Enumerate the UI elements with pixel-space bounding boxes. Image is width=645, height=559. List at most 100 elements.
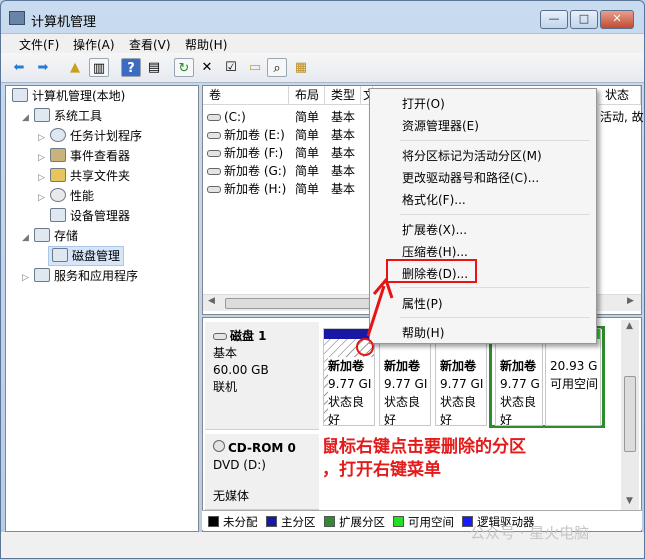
disk-kind: 基本	[213, 346, 238, 360]
volume-layout: 简单	[295, 182, 320, 196]
annotation-text: 鼠标右键点击要删除的分区 ，打开右键菜单	[322, 436, 526, 482]
tree-label: 磁盘管理	[72, 249, 121, 263]
annotation-line: ，打开右键菜单	[322, 460, 441, 480]
menu-separator	[400, 287, 590, 288]
menu-item-shrink-volume[interactable]: 压缩卷(H)...	[402, 243, 468, 260]
partition-name: 新加卷	[500, 359, 537, 373]
partition-size: 20.93 G	[550, 359, 598, 373]
cdrom-label[interactable]: CD-ROM 0 DVD (D:) 无媒体	[205, 434, 319, 510]
menu-item-mark-active[interactable]: 将分区标记为活动分区(M)	[402, 147, 542, 164]
volume-layout: 简单	[295, 110, 320, 124]
tree-item-task-scheduler[interactable]: ▷ 任务计划程序	[38, 127, 142, 147]
expand-arrow-icon[interactable]: ▷	[38, 189, 50, 207]
menu-file[interactable]: 文件(F)	[19, 36, 59, 53]
search-icon[interactable]: ⌕	[267, 58, 287, 77]
menu-item-change-drive-letter[interactable]: 更改驱动器号和路径(C)...	[402, 169, 539, 186]
volume-layout: 简单	[295, 164, 320, 178]
tree-item-services-applications[interactable]: ▷ 服务和应用程序	[22, 267, 138, 287]
toolbar: ⬅ ➡ ▲ ▥ ? ▤ ↻ ✕ ☑ ▭ ⌕ ▦	[1, 53, 644, 83]
event-viewer-icon	[50, 148, 66, 162]
volume-layout: 简单	[295, 128, 320, 142]
clock-icon	[50, 128, 66, 142]
tree-item-performance[interactable]: ▷ 性能	[38, 187, 94, 207]
up-folder-icon[interactable]: ▲	[65, 58, 85, 77]
tree-item-event-viewer[interactable]: ▷ 事件查看器	[38, 147, 130, 167]
column-header-type[interactable]: 类型	[325, 86, 361, 105]
legend-label: 扩展分区	[339, 515, 385, 529]
maximize-button[interactable]: □	[570, 10, 598, 29]
tree-item-disk-management[interactable]: 磁盘管理	[48, 246, 125, 266]
expand-arrow-icon[interactable]: ▷	[38, 129, 50, 147]
delete-icon[interactable]: ✕	[197, 58, 217, 77]
scroll-right-icon[interactable]: ▶	[627, 296, 634, 306]
menu-help[interactable]: 帮助(H)	[185, 36, 227, 53]
scrollbar-thumb[interactable]	[624, 376, 636, 452]
expand-arrow-icon[interactable]: ▷	[22, 269, 34, 287]
shared-folder-icon	[50, 168, 66, 182]
partition-size: 9.77 GI	[328, 375, 374, 393]
refresh-icon[interactable]: ↻	[174, 58, 194, 77]
partition-name: 新加卷	[384, 359, 421, 373]
tree-label: 系统工具	[54, 109, 103, 123]
menu-item-explorer[interactable]: 资源管理器(E)	[402, 117, 479, 134]
menu-item-format[interactable]: 格式化(F)...	[402, 191, 466, 208]
export-icon[interactable]: ▦	[291, 58, 311, 77]
title-bar[interactable]: 计算机管理 — □ ✕	[1, 1, 644, 33]
drive-icon	[207, 114, 221, 121]
column-header-volume[interactable]: 卷	[203, 86, 289, 105]
menu-item-extend-volume[interactable]: 扩展卷(X)...	[402, 221, 467, 238]
menu-item-open[interactable]: 打开(O)	[402, 95, 445, 112]
legend-swatch-unallocated	[208, 516, 219, 527]
volume-name: 新加卷 (G:)	[224, 164, 287, 178]
properties-icon[interactable]: ☑	[221, 58, 241, 77]
scroll-up-icon[interactable]: ▲	[626, 321, 633, 331]
back-icon[interactable]: ⬅	[9, 58, 29, 77]
column-header-layout[interactable]: 布局	[289, 86, 325, 105]
show-tree-icon[interactable]: ▥	[89, 58, 109, 77]
tree-item-computer-management[interactable]: 计算机管理(本地)	[12, 87, 125, 105]
expand-arrow-icon[interactable]: ◢	[22, 229, 34, 247]
tree-label: 共享文件夹	[70, 169, 131, 183]
scroll-down-icon[interactable]: ▼	[626, 496, 633, 506]
scroll-left-icon[interactable]: ◀	[208, 296, 215, 306]
close-button[interactable]: ✕	[600, 10, 634, 29]
tree-item-shared-folders[interactable]: ▷ 共享文件夹	[38, 167, 130, 187]
volume-type: 基本	[331, 110, 356, 124]
legend-swatch-free	[393, 516, 404, 527]
forward-icon[interactable]: ➡	[33, 58, 53, 77]
cdrom-name: CD-ROM 0	[213, 440, 311, 457]
drive-icon	[207, 186, 221, 193]
vertical-scrollbar[interactable]: ▲ ▼	[621, 320, 639, 510]
expand-arrow-icon[interactable]: ▷	[38, 149, 50, 167]
expand-arrow-icon[interactable]: ◢	[22, 109, 34, 127]
open-folder-icon[interactable]: ▭	[245, 58, 265, 77]
menu-view[interactable]: 查看(V)	[129, 36, 171, 53]
cdrom-media: 无媒体	[213, 489, 250, 503]
view-icon[interactable]: ▤	[144, 58, 164, 77]
tree-item-device-manager[interactable]: 设备管理器	[50, 207, 130, 225]
minimize-button[interactable]: —	[540, 10, 568, 29]
storage-icon	[34, 228, 50, 242]
help-icon[interactable]: ?	[121, 58, 141, 77]
menu-separator	[400, 140, 590, 141]
tree-label: 任务计划程序	[70, 129, 143, 143]
partition-status: 状态良好	[384, 395, 421, 426]
drive-icon	[207, 150, 221, 157]
tree-item-storage[interactable]: ◢ 存储	[22, 227, 78, 247]
tree-label: 计算机管理(本地)	[32, 89, 126, 103]
tree-label: 服务和应用程序	[54, 269, 139, 283]
expand-arrow-icon[interactable]: ▷	[38, 169, 50, 187]
menu-action[interactable]: 操作(A)	[73, 36, 115, 53]
services-icon	[34, 268, 50, 282]
partition-name: 新加卷	[440, 359, 477, 373]
tools-icon	[34, 108, 50, 122]
menu-item-help[interactable]: 帮助(H)	[402, 324, 444, 341]
volume-name: 新加卷 (E:)	[224, 128, 285, 142]
disk1-label[interactable]: 磁盘 1 基本 60.00 GB 联机	[205, 322, 319, 430]
disk-icon	[213, 333, 227, 340]
column-header-status[interactable]: 状态	[599, 86, 641, 105]
menu-item-properties[interactable]: 属性(P)	[402, 295, 443, 312]
partition-size: 9.77 GI	[440, 377, 484, 391]
tree-item-system-tools[interactable]: ◢ 系统工具	[22, 107, 102, 127]
volume-type: 基本	[331, 164, 356, 178]
